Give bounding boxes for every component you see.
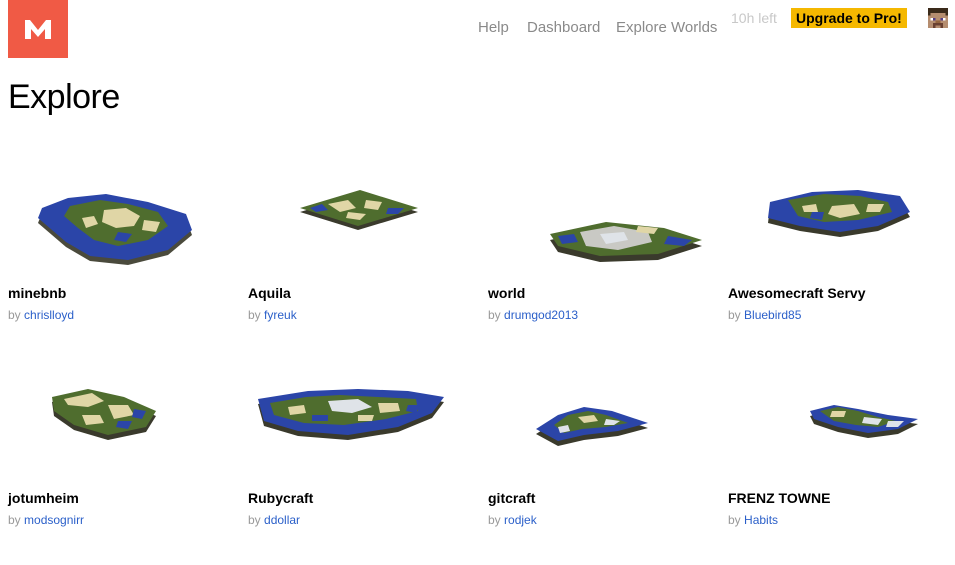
world-author-link[interactable]: modsognirr [24,513,84,527]
world-card: world by drumgod2013 [488,170,713,370]
world-author-link[interactable]: Bluebird85 [744,308,801,322]
world-author-link[interactable]: Habits [744,513,778,527]
world-byline: by modsognirr [8,513,84,527]
world-name[interactable]: FRENZ TOWNE [728,490,830,506]
world-card: gitcraft by rodjek [488,375,713,565]
world-map-thumbnail[interactable] [8,170,233,290]
world-map-thumbnail[interactable] [728,375,953,495]
world-name[interactable]: Aquila [248,285,291,301]
by-label: by [8,308,21,322]
world-author-link[interactable]: fyreuk [264,308,297,322]
world-byline: by ddollar [248,513,300,527]
world-name[interactable]: world [488,285,525,301]
page-title: Explore [8,78,120,116]
world-byline: by rodjek [488,513,537,527]
world-byline: by Bluebird85 [728,308,801,322]
world-author-link[interactable]: chrislloyd [24,308,74,322]
world-card: minebnb by chrislloyd [8,170,233,370]
world-byline: by Habits [728,513,778,527]
world-name[interactable]: gitcraft [488,490,535,506]
by-label: by [728,308,741,322]
upgrade-to-pro-button[interactable]: Upgrade to Pro! [791,8,907,28]
world-card: Awesomecraft Servy by Bluebird85 [728,170,953,370]
by-label: by [248,308,261,322]
world-map-thumbnail[interactable] [728,170,953,290]
world-name[interactable]: minebnb [8,285,66,301]
world-map-thumbnail[interactable] [248,375,473,495]
time-left-label: 10h left [731,10,777,26]
logo-m-icon [25,20,51,39]
by-label: by [8,513,21,527]
nav-explore-worlds-link[interactable]: Explore Worlds [616,19,717,36]
by-label: by [488,513,501,527]
world-author-link[interactable]: ddollar [264,513,300,527]
by-label: by [488,308,501,322]
world-map-thumbnail[interactable] [488,375,713,495]
by-label: by [248,513,261,527]
world-map-thumbnail[interactable] [488,170,713,290]
world-author-link[interactable]: rodjek [504,513,537,527]
by-label: by [728,513,741,527]
world-card: Aquila by fyreuk [248,170,473,370]
world-name[interactable]: Awesomecraft Servy [728,285,865,301]
world-byline: by fyreuk [248,308,297,322]
logo[interactable] [8,0,68,58]
world-byline: by chrislloyd [8,308,74,322]
world-name[interactable]: Rubycraft [248,490,313,506]
world-card: FRENZ TOWNE by Habits [728,375,953,565]
nav-dashboard-link[interactable]: Dashboard [527,19,600,36]
world-card: jotumheim by modsognirr [8,375,233,565]
world-map-thumbnail[interactable] [248,170,473,290]
world-map-thumbnail[interactable] [8,375,233,495]
world-card: Rubycraft by ddollar [248,375,473,565]
steve-head-icon[interactable] [928,8,948,28]
world-name[interactable]: jotumheim [8,490,79,506]
nav-help-link[interactable]: Help [478,19,509,36]
world-author-link[interactable]: drumgod2013 [504,308,578,322]
world-byline: by drumgod2013 [488,308,578,322]
